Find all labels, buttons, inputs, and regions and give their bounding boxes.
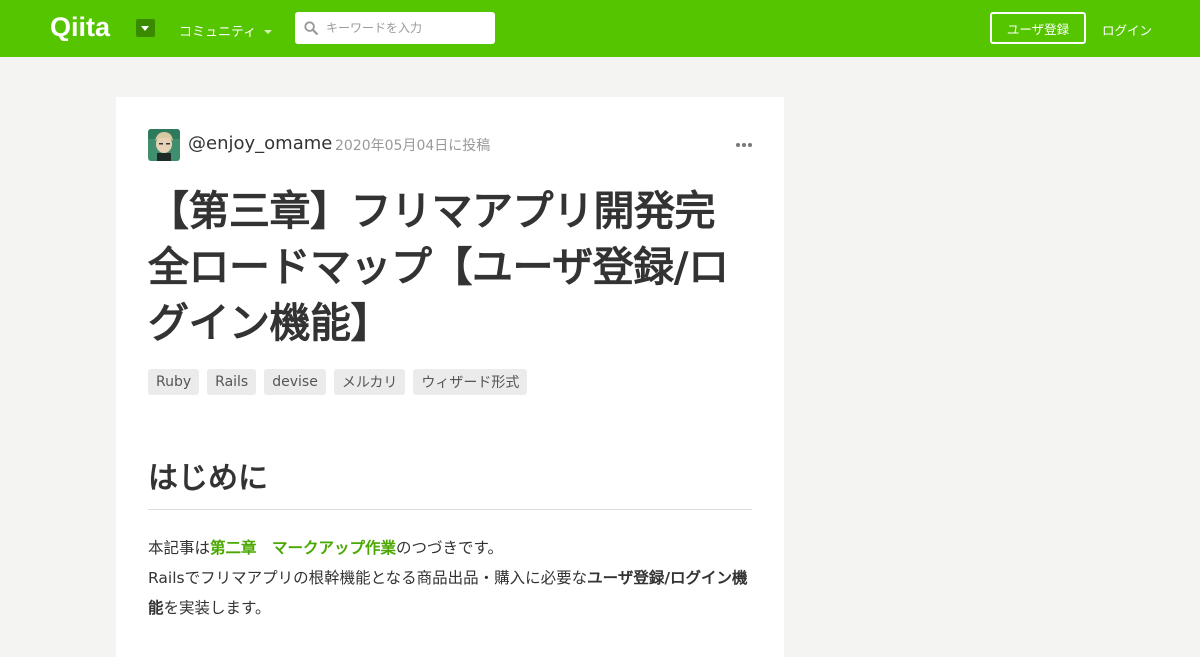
tag-ruby[interactable]: Ruby xyxy=(148,369,200,395)
tag-list: Ruby Rails devise メルカリ ウィザード形式 xyxy=(148,369,528,395)
article-title: 【第三章】フリマアプリ開発完全ロードマップ【ユーザ登録/ログイン機能】 xyxy=(148,187,729,347)
search-box[interactable] xyxy=(295,12,495,44)
summary-paragraph: Railsでフリマアプリの根幹機能となる商品出品・購入に必要なユーザ登録/ログイ… xyxy=(148,563,758,623)
article-body: 本記事は第二章 マークアップ作業のつづきです。 Railsでフリマアプリの根幹機… xyxy=(148,533,758,623)
svg-text:Qiita: Qiita xyxy=(50,13,111,41)
tag-mercari[interactable]: メルカリ xyxy=(333,369,406,395)
login-link[interactable]: ログイン xyxy=(1102,20,1152,39)
service-dropdown-button[interactable] xyxy=(136,19,155,37)
search-icon xyxy=(304,21,318,35)
post-date: 2020年05月04日に投稿 xyxy=(335,138,491,154)
tag-devise[interactable]: devise xyxy=(264,369,326,395)
tag-rails[interactable]: Rails xyxy=(207,369,257,395)
intro-prefix: 本記事は xyxy=(148,539,211,557)
more-options-icon[interactable] xyxy=(736,141,752,149)
community-menu[interactable]: コミュニティ xyxy=(179,21,273,40)
avatar-image xyxy=(148,129,180,161)
chapter-two-link[interactable]: 第二章 マークアップ作業 xyxy=(210,539,396,557)
author-name[interactable]: @enjoy_omame xyxy=(188,133,332,154)
site-header: Qiita コミュニティ ユーザ登録 ログイン xyxy=(0,0,1200,57)
avatar[interactable] xyxy=(148,129,180,161)
tag-wizard-format[interactable]: ウィザード形式 xyxy=(413,369,528,395)
community-label: コミュニティ xyxy=(179,25,257,40)
section-heading-intro: はじめに xyxy=(148,459,752,510)
intro-suffix: のつづきです。 xyxy=(396,539,503,557)
summary-prefix: Railsでフリマアプリの根幹機能となる商品出品・購入に必要な xyxy=(148,569,588,587)
article-card: @enjoy_omame 2020年05月04日に投稿 【第三章】フリマアプリ開… xyxy=(116,97,784,657)
chevron-down-icon xyxy=(264,29,273,34)
qiita-logo[interactable]: Qiita xyxy=(50,13,126,41)
signup-button[interactable]: ユーザ登録 xyxy=(990,12,1086,44)
search-input[interactable] xyxy=(326,12,488,44)
intro-paragraph: 本記事は第二章 マークアップ作業のつづきです。 xyxy=(148,533,758,563)
summary-suffix: を実装します。 xyxy=(163,599,271,617)
